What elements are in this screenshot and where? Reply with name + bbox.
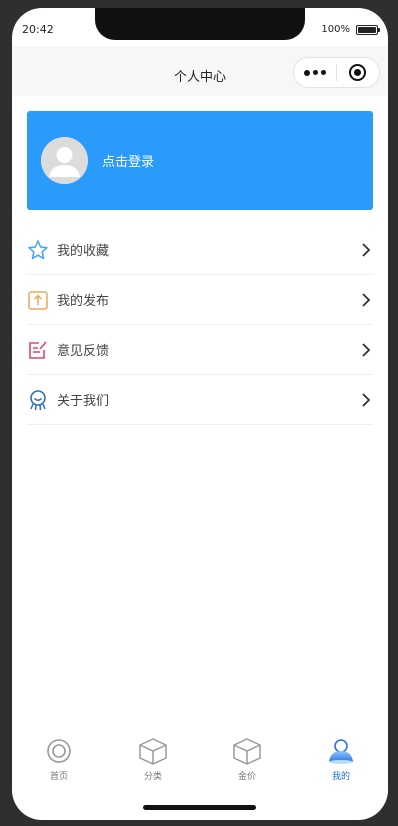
about-icon bbox=[27, 389, 49, 411]
home-icon bbox=[46, 736, 72, 766]
menu-list: 我的收藏 我的发布 意见反馈 关于我们 bbox=[27, 225, 373, 425]
box-icon bbox=[138, 736, 168, 766]
user-icon bbox=[326, 736, 356, 766]
menu-item-favorites[interactable]: 我的收藏 bbox=[27, 225, 373, 275]
tab-gold-price[interactable]: 金价 bbox=[200, 736, 294, 791]
close-mini-program-button[interactable] bbox=[337, 58, 379, 87]
notch bbox=[95, 8, 305, 40]
tab-label: 金价 bbox=[237, 772, 256, 782]
box-icon bbox=[232, 736, 262, 766]
target-icon bbox=[349, 64, 367, 81]
battery-percent: 100% bbox=[321, 24, 350, 35]
chevron-right-icon bbox=[362, 243, 371, 257]
feedback-icon bbox=[27, 339, 49, 361]
menu-item-feedback[interactable]: 意见反馈 bbox=[27, 325, 373, 375]
more-dots-icon bbox=[304, 69, 310, 76]
menu-item-label: 意见反馈 bbox=[57, 344, 110, 359]
home-indicator bbox=[143, 805, 256, 810]
default-avatar-icon bbox=[41, 137, 88, 184]
avatar bbox=[41, 137, 88, 184]
tab-bar: 首页 分类 金价 我的 bbox=[12, 736, 388, 791]
tab-label: 我的 bbox=[331, 772, 350, 782]
tab-category[interactable]: 分类 bbox=[106, 736, 200, 791]
mini-program-capsule bbox=[293, 57, 380, 88]
menu-item-label: 关于我们 bbox=[57, 394, 110, 409]
star-icon bbox=[27, 239, 49, 261]
more-menu-button[interactable] bbox=[294, 58, 336, 87]
tab-home[interactable]: 首页 bbox=[12, 736, 106, 791]
tab-label: 分类 bbox=[143, 772, 162, 782]
upload-icon bbox=[27, 289, 49, 311]
menu-item-label: 我的发布 bbox=[57, 294, 110, 309]
status-right: 100% bbox=[321, 24, 380, 35]
tab-label: 首页 bbox=[49, 772, 68, 782]
chevron-right-icon bbox=[362, 393, 371, 407]
chevron-right-icon bbox=[362, 293, 371, 307]
chevron-right-icon bbox=[362, 343, 371, 357]
navbar: 个人中心 bbox=[12, 46, 388, 96]
menu-item-label: 我的收藏 bbox=[57, 244, 110, 259]
menu-item-about-us[interactable]: 关于我们 bbox=[27, 375, 373, 425]
battery-icon bbox=[356, 24, 380, 35]
tab-mine[interactable]: 我的 bbox=[294, 736, 388, 791]
login-label: 点击登录 bbox=[102, 155, 155, 170]
login-card[interactable]: 点击登录 bbox=[27, 111, 373, 210]
phone-screen: 20:42 100% 个人中心 点击登录 我的收藏 我的发布 意见反馈 关于我们… bbox=[12, 8, 388, 820]
menu-item-my-posts[interactable]: 我的发布 bbox=[27, 275, 373, 325]
status-time: 20:42 bbox=[22, 23, 54, 36]
